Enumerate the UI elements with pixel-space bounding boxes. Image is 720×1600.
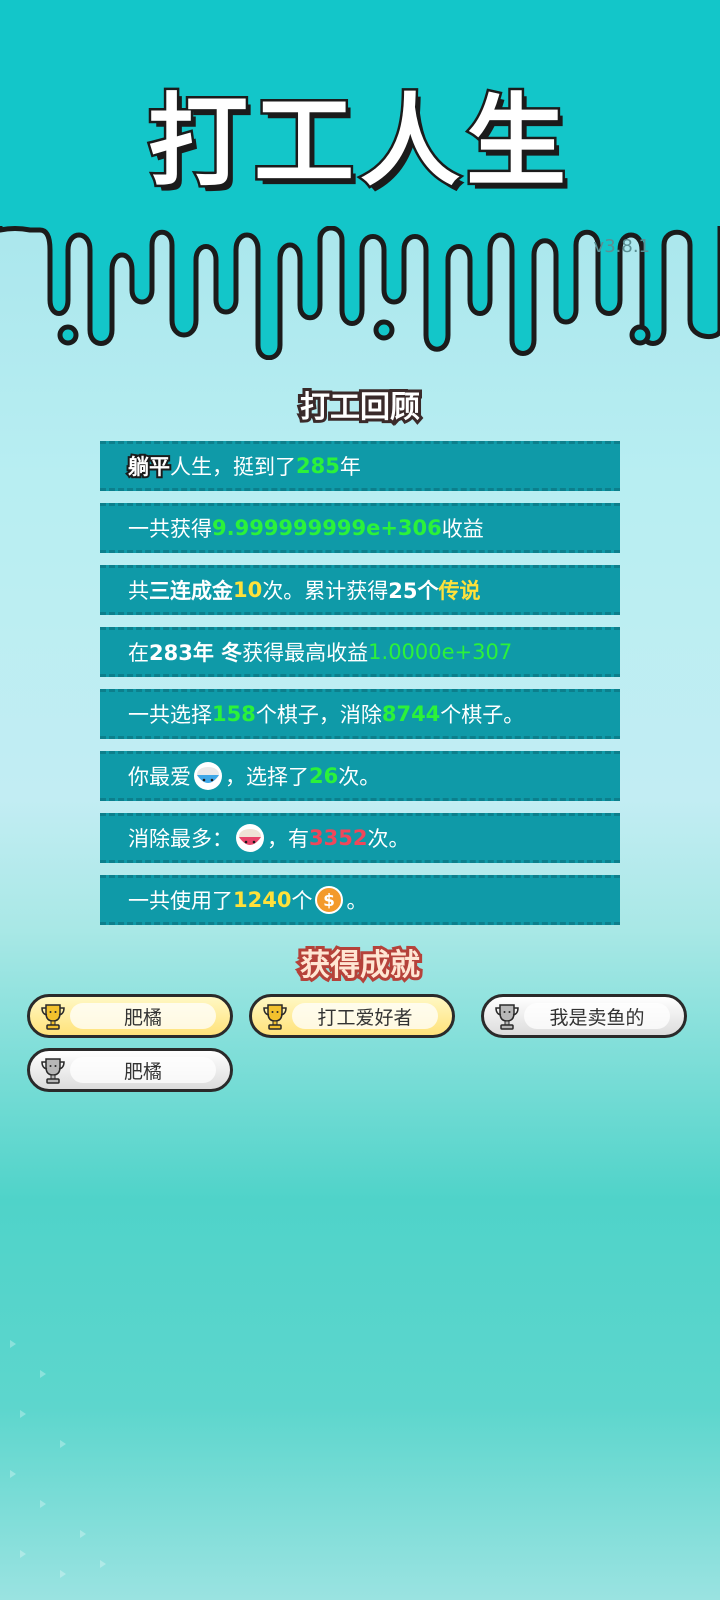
review-row-triple: 共 三连成金 10 次。累计获得 25个 传说 xyxy=(100,565,620,615)
row-text: 一共选择 xyxy=(128,703,212,727)
row-text: 年 xyxy=(339,455,361,479)
row-text: 个棋子，消除 xyxy=(255,703,382,727)
achievement-label: 肥橘 xyxy=(123,1060,162,1083)
trophy-silver-icon xyxy=(41,1058,65,1084)
trophy-gold-icon xyxy=(41,1004,65,1030)
achievement-badge[interactable]: 我是卖鱼的 xyxy=(481,994,687,1038)
review-row-most-eliminated: 消除最多： ，有 3352 次。 xyxy=(100,813,620,863)
version-label: v3.8.1 xyxy=(593,236,650,257)
years-value: 285 xyxy=(296,454,340,478)
review-row-income: 一共获得 9.999999999e+306 收益 xyxy=(100,503,620,553)
review-list: 躺平 人生，挺到了 285 年 一共获得 9.999999999e+306 收益… xyxy=(100,441,620,937)
row-text: 一共使用了 xyxy=(128,889,233,913)
row-text: 收益 xyxy=(441,517,484,541)
decorative-sparkles xyxy=(10,1340,106,1578)
review-row-coins: 一共使用了 1240 个 $ 。 xyxy=(100,875,620,925)
review-row-best: 在 283年 冬 获得最高收益 1.0000e+307 xyxy=(100,627,620,677)
review-title: 打工回顾 xyxy=(297,387,423,428)
achievement-label: 肥橘 xyxy=(123,1006,162,1029)
row-text: 消除最多： xyxy=(128,827,233,851)
svg-text:$: $ xyxy=(324,891,336,911)
row-text: 个棋子。 xyxy=(440,703,525,727)
coin-icon: $ xyxy=(315,886,344,914)
row-text: 次。 xyxy=(367,827,410,851)
income-value: 9.999999999e+306 xyxy=(212,516,442,540)
favorite-count-value: 26 xyxy=(309,764,339,788)
review-row-favorite: 你最爱 ，选择了 26 次。 xyxy=(100,751,620,801)
review-row-years: 躺平 人生，挺到了 285 年 xyxy=(100,441,620,491)
achievement-badge[interactable]: 肥橘 xyxy=(27,994,233,1038)
achievement-badge[interactable]: 打工爱好者 xyxy=(249,994,455,1038)
game-title: 打工人生 xyxy=(146,81,572,203)
rice-bowl-blue-icon xyxy=(194,762,222,790)
row-text: 个 xyxy=(291,889,313,913)
row-text: 次。 xyxy=(338,765,381,789)
achievement-label: 打工爱好者 xyxy=(317,1006,413,1029)
rice-bowl-pink-icon xyxy=(236,824,264,852)
pieces-selected-value: 158 xyxy=(212,702,256,726)
achievement-badge[interactable]: 肥橘 xyxy=(27,1048,233,1092)
coins-used-value: 1240 xyxy=(233,888,292,912)
row-text: 次。累计获得 xyxy=(262,579,389,603)
achievements-title: 获得成就 xyxy=(297,945,423,986)
legend-count-value: 25个 xyxy=(388,579,439,603)
row-text: ，选择了 xyxy=(225,765,309,789)
triple-count-value: 10 xyxy=(233,578,263,602)
most-eliminated-value: 3352 xyxy=(309,826,368,850)
row-text: 共 xyxy=(128,579,149,603)
row-text: 三连成金 xyxy=(149,579,233,603)
row-text: 人生，挺到了 xyxy=(170,455,296,479)
trophy-silver-icon xyxy=(495,1004,519,1030)
lifestyle-text: 躺平 xyxy=(126,453,172,481)
best-income-value: 1.0000e+307 xyxy=(368,640,513,664)
legend-text: 传说 xyxy=(438,579,481,603)
row-text: ，有 xyxy=(267,827,309,851)
row-text: 一共获得 xyxy=(128,517,212,541)
review-row-pieces: 一共选择 158 个棋子，消除 8744 个棋子。 xyxy=(100,689,620,739)
row-text: 。 xyxy=(346,889,368,913)
achievement-label: 我是卖鱼的 xyxy=(549,1006,645,1029)
trophy-gold-icon xyxy=(263,1004,287,1030)
row-text: 在 xyxy=(128,641,149,665)
pieces-eliminated-value: 8744 xyxy=(381,702,441,726)
best-season-value: 283年 冬 xyxy=(149,641,243,665)
row-text: 获得最高收益 xyxy=(242,641,369,665)
row-text: 你最爱 xyxy=(128,765,191,789)
